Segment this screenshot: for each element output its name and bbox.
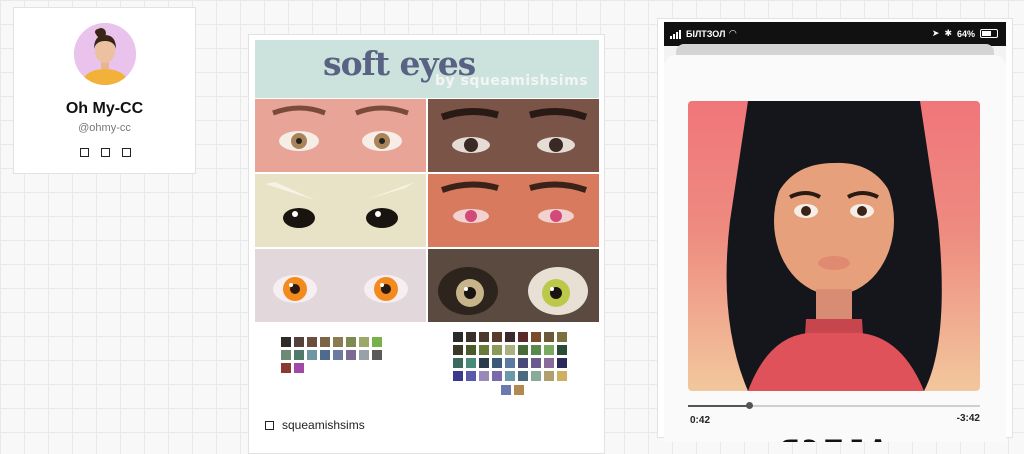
battery-icon	[980, 29, 998, 38]
color-swatch[interactable]	[531, 358, 541, 368]
eye-preview-image	[255, 174, 426, 247]
color-swatch[interactable]	[492, 358, 502, 368]
wifi-icon: ◠	[729, 28, 737, 38]
color-swatch[interactable]	[518, 332, 528, 342]
color-swatch[interactable]	[453, 371, 463, 381]
color-swatch[interactable]	[466, 345, 476, 355]
color-swatch[interactable]	[531, 371, 541, 381]
color-swatch[interactable]	[518, 345, 528, 355]
post-card-phone[interactable]: БІЛТЗОЛ ◠ ➤ ✱ 64% 0:42 -3:42	[657, 18, 1013, 442]
color-swatch[interactable]	[492, 345, 502, 355]
color-swatch[interactable]	[372, 337, 382, 347]
color-swatch[interactable]	[544, 332, 554, 342]
phone-screenshot: БІЛТЗОЛ ◠ ➤ ✱ 64% 0:42 -3:42	[664, 22, 1006, 442]
color-swatch[interactable]	[320, 337, 330, 347]
color-swatch[interactable]	[359, 350, 369, 360]
color-swatch[interactable]	[294, 363, 304, 373]
color-swatch[interactable]	[466, 371, 476, 381]
color-swatch[interactable]	[479, 332, 489, 342]
color-swatch[interactable]	[320, 350, 330, 360]
color-swatch[interactable]	[544, 371, 554, 381]
social-link-icon[interactable]	[101, 148, 110, 157]
color-swatch[interactable]	[359, 337, 369, 347]
progress-fill	[688, 405, 750, 407]
playback-progress-bar[interactable]	[688, 402, 980, 409]
post-banner: soft eyes by squeamishsims	[255, 40, 599, 98]
color-swatch[interactable]	[557, 371, 567, 381]
battery-percent: 64%	[956, 28, 975, 39]
color-swatch[interactable]	[333, 350, 343, 360]
color-swatch[interactable]	[479, 345, 489, 355]
social-link-icon[interactable]	[122, 148, 131, 157]
signal-icon	[670, 29, 682, 39]
elapsed-time: 0:42	[690, 415, 711, 426]
color-swatch[interactable]	[333, 337, 343, 347]
album-art	[688, 101, 980, 391]
eye-preview-image	[255, 99, 426, 172]
color-swatch[interactable]	[294, 337, 304, 347]
remaining-time: -3:42	[956, 413, 980, 424]
color-swatch[interactable]	[531, 332, 541, 342]
color-swatch[interactable]	[281, 337, 291, 347]
color-swatch[interactable]	[346, 350, 356, 360]
color-swatch[interactable]	[505, 332, 515, 342]
color-swatch[interactable]	[518, 371, 528, 381]
status-bar: БІЛТЗОЛ ◠ ➤ ✱ 64%	[664, 22, 1006, 46]
color-swatch[interactable]	[281, 350, 291, 360]
color-swatch[interactable]	[479, 358, 489, 368]
eye-preview-image	[428, 249, 599, 322]
location-icon: ➤	[931, 28, 940, 38]
color-swatch[interactable]	[505, 345, 515, 355]
profile-name: Oh My-CC	[65, 100, 144, 117]
post-card-soft-eyes[interactable]: soft eyes by squeamishsims squeamishsims	[248, 34, 605, 454]
color-swatch[interactable]	[466, 332, 476, 342]
color-swatch[interactable]	[466, 358, 476, 368]
color-swatch[interactable]	[531, 345, 541, 355]
color-swatch[interactable]	[479, 371, 489, 381]
color-swatch[interactable]	[294, 350, 304, 360]
bluetooth-icon: ✱	[944, 28, 952, 38]
eye-preview-image	[428, 99, 599, 172]
color-swatch[interactable]	[557, 345, 567, 355]
color-swatch[interactable]	[557, 358, 567, 368]
color-swatch[interactable]	[518, 358, 528, 368]
color-swatch[interactable]	[492, 371, 502, 381]
color-swatch[interactable]	[453, 358, 463, 368]
progress-scrubber[interactable]	[746, 402, 754, 409]
color-swatch-palette	[281, 337, 382, 373]
social-link-icon[interactable]	[80, 148, 89, 157]
color-swatch-palette	[501, 385, 524, 395]
eye-preview-image	[428, 174, 599, 247]
player-sheet: 0:42 -3:42 ЯЭTJA	[664, 55, 1006, 442]
carrier-label: БІЛТЗОЛ	[686, 28, 726, 39]
color-swatch[interactable]	[557, 332, 567, 342]
color-swatch[interactable]	[544, 345, 554, 355]
color-swatch[interactable]	[281, 363, 291, 373]
color-swatch[interactable]	[346, 337, 356, 347]
banner-subtitle: by squeamishsims	[435, 73, 589, 89]
eye-preview-image	[255, 249, 426, 322]
color-swatch[interactable]	[307, 337, 317, 347]
color-swatch[interactable]	[453, 332, 463, 342]
color-swatch[interactable]	[544, 358, 554, 368]
color-swatch[interactable]	[492, 332, 502, 342]
color-swatch[interactable]	[372, 350, 382, 360]
color-swatch-palette	[453, 332, 567, 381]
color-swatch[interactable]	[505, 371, 515, 381]
color-swatch[interactable]	[505, 358, 515, 368]
color-swatch[interactable]	[453, 345, 463, 355]
social-links	[80, 148, 131, 157]
creator-icon	[265, 420, 274, 430]
avatar[interactable]	[74, 23, 136, 85]
color-swatch[interactable]	[307, 350, 317, 360]
song-title: ЯЭTJA	[664, 433, 1006, 442]
profile-handle: @ohmy-cc	[78, 122, 131, 134]
color-swatch[interactable]	[501, 385, 511, 395]
profile-card: Oh My-CC @ohmy-cc	[13, 7, 196, 174]
color-swatch[interactable]	[514, 385, 524, 395]
